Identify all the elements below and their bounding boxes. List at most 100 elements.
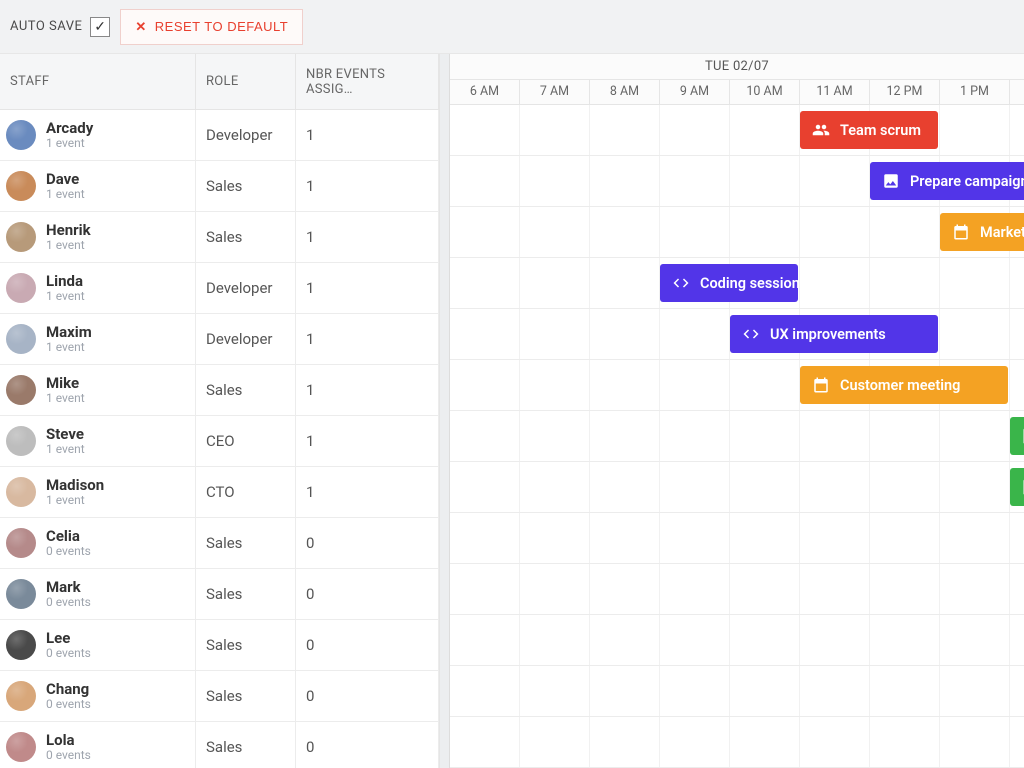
hour-header[interactable]: 2 PM: [1010, 80, 1024, 105]
staff-name: Henrik: [46, 222, 91, 239]
col-header-nbr-events[interactable]: NBR EVENTS ASSIG…: [296, 54, 439, 109]
timeline-row[interactable]: Coding session: [450, 258, 1024, 309]
timeline-pane: TUE 02/07 6 AM7 AM8 AM9 AM10 AM11 AM12 P…: [440, 54, 1024, 768]
timeline-row[interactable]: Marketing: [450, 207, 1024, 258]
timeline-row[interactable]: Prepare campaign: [450, 156, 1024, 207]
hour-header[interactable]: 7 AM: [520, 80, 590, 105]
event-bar[interactable]: Coding session: [660, 264, 798, 302]
avatar: [6, 120, 36, 150]
timeline-row[interactable]: [450, 411, 1024, 462]
timeline-row[interactable]: Customer meeting: [450, 360, 1024, 411]
nbr-events-cell: 1: [296, 110, 439, 160]
event-label: UX improvements: [770, 326, 886, 343]
event-label: Marketing: [980, 224, 1024, 241]
staff-row[interactable]: Linda1 eventDeveloper1: [0, 263, 439, 314]
hours-header: 6 AM7 AM8 AM9 AM10 AM11 AM12 PM1 PM2 PM: [450, 80, 1024, 106]
event-label: Prepare campaign: [910, 173, 1024, 190]
hour-header[interactable]: 9 AM: [660, 80, 730, 105]
staff-name: Linda: [46, 273, 85, 290]
staff-event-count: 1 event: [46, 289, 85, 303]
event-bar[interactable]: Prepare campaign: [870, 162, 1024, 200]
staff-event-count: 0 events: [46, 697, 91, 711]
staff-row[interactable]: Mark0 eventsSales0: [0, 569, 439, 620]
image-icon: [882, 172, 900, 190]
col-header-staff[interactable]: STAFF: [0, 54, 196, 109]
toolbar: AUTO SAVE ✓ ✕ RESET TO DEFAULT: [0, 0, 1024, 54]
hour-header[interactable]: 8 AM: [590, 80, 660, 105]
nbr-events-cell: 1: [296, 212, 439, 262]
staff-cell: Chang0 events: [0, 671, 196, 721]
event-bar[interactable]: UX improvements: [730, 315, 938, 353]
timeline-row[interactable]: [450, 717, 1024, 768]
timeline-row[interactable]: [450, 615, 1024, 666]
autosave-toggle[interactable]: AUTO SAVE ✓: [10, 17, 110, 37]
avatar: [6, 375, 36, 405]
event-bar[interactable]: [1010, 417, 1024, 455]
hour-header[interactable]: 1 PM: [940, 80, 1010, 105]
event-bar[interactable]: [1010, 468, 1024, 506]
date-header[interactable]: TUE 02/07: [450, 54, 1024, 80]
autosave-label: AUTO SAVE: [10, 19, 82, 34]
frozen-columns: STAFF ROLE NBR EVENTS ASSIG… Arcady1 eve…: [0, 54, 440, 768]
staff-row[interactable]: Celia0 eventsSales0: [0, 518, 439, 569]
event-label: Customer meeting: [840, 377, 960, 394]
reset-to-default-button[interactable]: ✕ RESET TO DEFAULT: [120, 9, 303, 45]
event-bar[interactable]: Customer meeting: [800, 366, 1008, 404]
col-header-role[interactable]: ROLE: [196, 54, 296, 109]
event-label: Team scrum: [840, 122, 921, 139]
staff-row[interactable]: Dave1 eventSales1: [0, 161, 439, 212]
staff-row[interactable]: Maxim1 eventDeveloper1: [0, 314, 439, 365]
timeline-row[interactable]: [450, 513, 1024, 564]
staff-row[interactable]: Henrik1 eventSales1: [0, 212, 439, 263]
left-header: STAFF ROLE NBR EVENTS ASSIG…: [0, 54, 439, 110]
staff-event-count: 0 events: [46, 595, 91, 609]
close-icon: ✕: [135, 19, 146, 35]
staff-row[interactable]: Arcady1 eventDeveloper1: [0, 110, 439, 161]
nbr-events-cell: 0: [296, 569, 439, 619]
staff-event-count: 1 event: [46, 442, 85, 456]
users-icon: [812, 121, 830, 139]
avatar: [6, 324, 36, 354]
staff-row[interactable]: Steve1 eventCEO1: [0, 416, 439, 467]
timeline-row[interactable]: UX improvements: [450, 309, 1024, 360]
role-cell: CEO: [196, 416, 296, 466]
staff-cell: Maxim1 event: [0, 314, 196, 364]
staff-name: Madison: [46, 477, 104, 494]
role-cell: Developer: [196, 110, 296, 160]
staff-row[interactable]: Madison1 eventCTO1: [0, 467, 439, 518]
role-cell: Sales: [196, 161, 296, 211]
staff-cell: Celia0 events: [0, 518, 196, 568]
timeline-row[interactable]: Team scrum: [450, 105, 1024, 156]
role-cell: Sales: [196, 569, 296, 619]
timeline-row[interactable]: [450, 564, 1024, 615]
staff-cell: Mike1 event: [0, 365, 196, 415]
role-cell: Sales: [196, 212, 296, 262]
staff-cell: Henrik1 event: [0, 212, 196, 262]
staff-row[interactable]: Mike1 eventSales1: [0, 365, 439, 416]
nbr-events-cell: 1: [296, 263, 439, 313]
hour-header[interactable]: 10 AM: [730, 80, 800, 105]
role-cell: CTO: [196, 467, 296, 517]
staff-name: Maxim: [46, 324, 92, 341]
role-cell: Sales: [196, 620, 296, 670]
staff-cell: Dave1 event: [0, 161, 196, 211]
event-bar[interactable]: Team scrum: [800, 111, 938, 149]
staff-row[interactable]: Lee0 eventsSales0: [0, 620, 439, 671]
staff-rows: Arcady1 eventDeveloper1Dave1 eventSales1…: [0, 110, 439, 768]
nbr-events-cell: 0: [296, 620, 439, 670]
staff-event-count: 1 event: [46, 391, 85, 405]
hour-header[interactable]: 11 AM: [800, 80, 870, 105]
staff-row[interactable]: Lola0 eventsSales0: [0, 722, 439, 768]
calendar-icon: [812, 376, 830, 394]
timeline-row[interactable]: [450, 462, 1024, 513]
event-bar[interactable]: Marketing: [940, 213, 1024, 251]
staff-name: Mark: [46, 579, 91, 596]
hour-header[interactable]: 6 AM: [450, 80, 520, 105]
nbr-events-cell: 1: [296, 314, 439, 364]
column-splitter[interactable]: [440, 54, 450, 768]
staff-row[interactable]: Chang0 eventsSales0: [0, 671, 439, 722]
timeline-row[interactable]: [450, 666, 1024, 717]
hour-header[interactable]: 12 PM: [870, 80, 940, 105]
staff-cell: Madison1 event: [0, 467, 196, 517]
staff-cell: Mark0 events: [0, 569, 196, 619]
